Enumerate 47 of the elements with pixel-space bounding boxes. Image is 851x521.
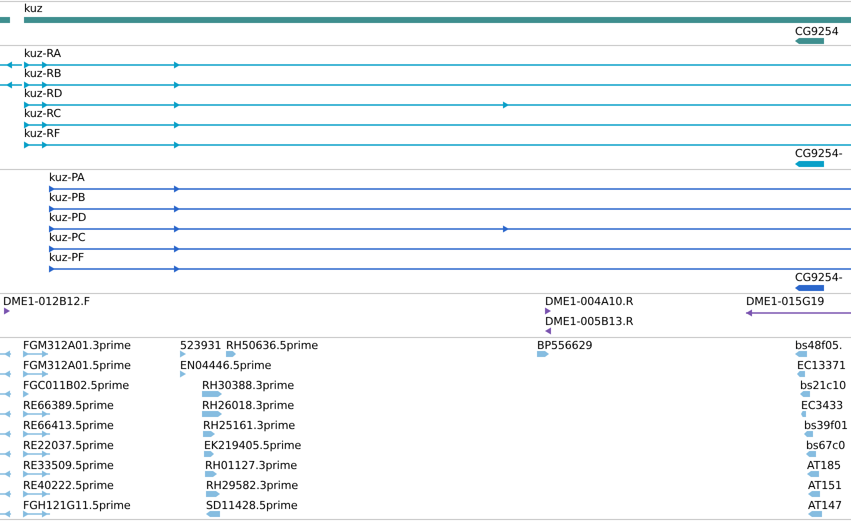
feature-label: RH30388.3prime — [202, 379, 294, 392]
feature-label: RE22037.5prime — [23, 439, 114, 452]
feature-label: CG9254- — [795, 147, 842, 160]
feature-label: bs39f01 — [804, 419, 848, 432]
feature-label: kuz-RC — [24, 107, 61, 120]
feature-label: RH01127.3prime — [205, 459, 298, 472]
feature-label: EN04446.5prime — [180, 359, 272, 372]
feature-label: kuz-RD — [24, 87, 62, 100]
feature-label: DME1-015G19 — [746, 295, 824, 308]
feature-label: RH29582.3prime — [206, 479, 298, 492]
feature-label: RH26018.3prime — [202, 399, 294, 412]
feature-label: EK219405.5prime — [204, 439, 302, 452]
feature-label: FGM312A01.5prime — [23, 359, 131, 372]
feature-label: FGC011B02.5prime — [23, 379, 130, 392]
feature-label: kuz-RF — [24, 127, 60, 140]
feature-label: kuz-PA — [49, 171, 85, 184]
feature-label: SD11428.5prime — [206, 499, 298, 512]
feature-label: RE33509.5prime — [23, 459, 114, 472]
feature-label: AT147 — [808, 499, 842, 512]
feature-label: bs21c10 — [800, 379, 846, 392]
feature-label: bs67c0 — [806, 439, 846, 452]
feature-label: CG9254- — [795, 271, 842, 284]
feature-label: kuz-PB — [49, 191, 86, 204]
feature-label: kuz-RB — [24, 67, 62, 80]
feature-label: DME1-012B12.F — [3, 295, 90, 308]
feature-label: RE40222.5prime — [23, 479, 114, 492]
feature-label: DME1-005B13.R — [545, 315, 634, 328]
feature-label: kuz-PD — [49, 211, 86, 224]
feature-label: CG9254 — [795, 25, 839, 38]
feature-label: kuz-PF — [49, 251, 84, 264]
feature-label: DME1-004A10.R — [545, 295, 634, 308]
feature-label: RH25161.3prime — [203, 419, 296, 432]
feature-label: EC13371 — [797, 359, 846, 372]
feature-label: FGM312A01.3prime — [23, 339, 131, 352]
feature-label: FGH121G11.5prime — [23, 499, 131, 512]
feature-label: kuz-RA — [24, 47, 61, 60]
feature-label: bs48f05. — [795, 339, 842, 352]
feature-label: kuz — [24, 2, 42, 15]
feature-label: RE66389.5prime — [23, 399, 114, 412]
feature-label: BP556629 — [537, 339, 592, 352]
feature-label: EC3433 — [801, 399, 844, 412]
feature-label: kuz-PC — [49, 231, 86, 244]
feature-label: AT185 — [807, 459, 841, 472]
feature-label: 523931 — [180, 339, 222, 352]
feature-label: RE66413.5prime — [23, 419, 114, 432]
feature-label: AT151 — [808, 479, 842, 492]
feature-label: RH50636.5prime — [226, 339, 318, 352]
